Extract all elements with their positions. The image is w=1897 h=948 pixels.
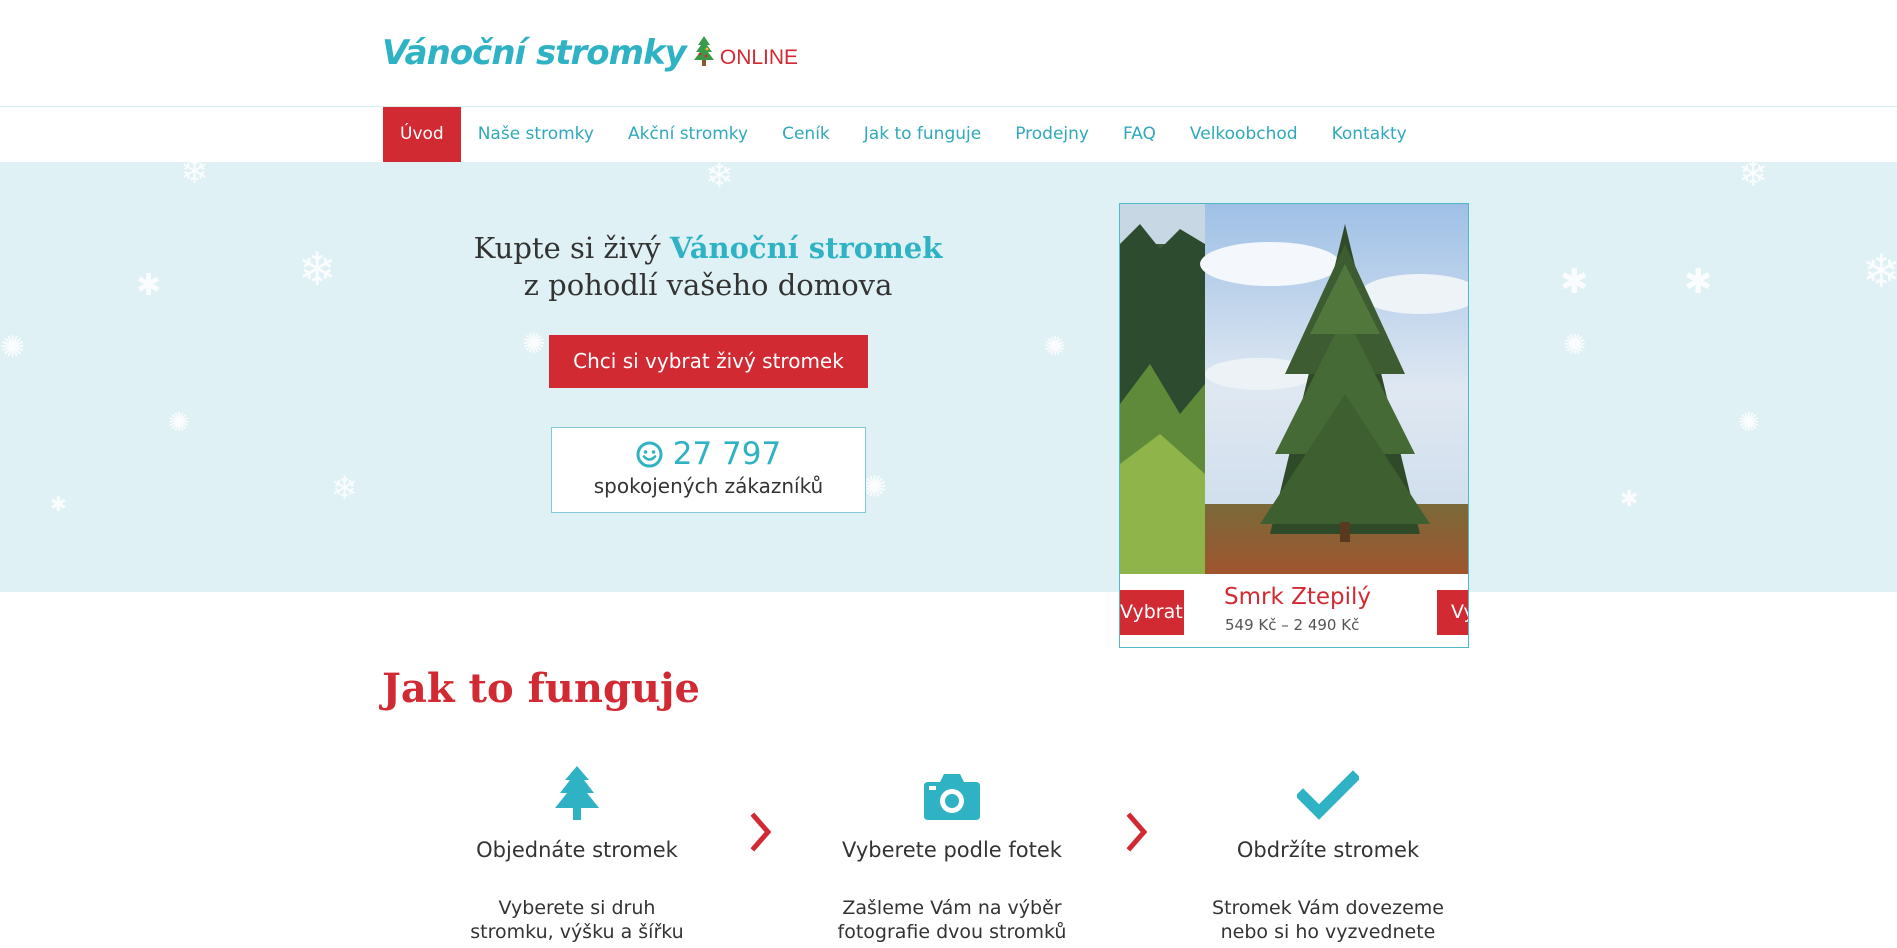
slide-caption: Vybrat Smrk Ztepilý 549 Kč – 2 490 Kč Vy… bbox=[1120, 574, 1468, 647]
step-text: Stromek Vám dovezeme nebo si ho vyzvedne… bbox=[1178, 896, 1478, 944]
nav-item-cenik[interactable]: Ceník bbox=[765, 107, 847, 162]
step-text-line: nebo si ho vyzvednete bbox=[1220, 921, 1436, 943]
nav-item-prodejny[interactable]: Prodejny bbox=[998, 107, 1106, 162]
nav-item-velkoobchod[interactable]: Velkoobchod bbox=[1173, 107, 1315, 162]
snowflake-icon: ✱ bbox=[136, 268, 162, 303]
main-navigation: Úvod Naše stromky Akční stromky Ceník Ja… bbox=[0, 107, 1897, 162]
step-text: Zašleme Vám na výběr fotografie dvou str… bbox=[802, 896, 1102, 944]
snowflake-icon: ❄ bbox=[705, 162, 734, 196]
check-icon bbox=[1297, 770, 1359, 820]
prev-slide-button[interactable]: Vybrat bbox=[1120, 590, 1184, 635]
step-receive: Obdržíte stromek Stromek Vám dovezeme ne… bbox=[1178, 760, 1478, 944]
step-text-line: fotografie dvou stromků bbox=[837, 921, 1067, 943]
next-slide-button[interactable]: Vybrat bbox=[1437, 590, 1468, 635]
snowflake-icon: ✺ bbox=[1563, 328, 1587, 361]
tree-icon bbox=[555, 766, 599, 820]
nav-item-kontakty[interactable]: Kontakty bbox=[1315, 107, 1424, 162]
step-text-line: Stromek Vám dovezeme bbox=[1212, 897, 1444, 919]
smiley-icon bbox=[636, 441, 663, 467]
site-logo[interactable]: Vánoční stromky ONLINE bbox=[382, 30, 798, 73]
nav-item-nase-stromky[interactable]: Naše stromky bbox=[461, 107, 611, 162]
logo-online-label: ONLINE bbox=[719, 46, 799, 69]
step-title: Vyberete podle fotek bbox=[842, 838, 1062, 862]
tree-name[interactable]: Smrk Ztepilý bbox=[1224, 584, 1371, 610]
snowflake-icon: ✺ bbox=[0, 330, 26, 365]
hero-title-part1: Kupte si živý bbox=[473, 231, 670, 265]
snowflake-icon: ❄ bbox=[298, 242, 337, 296]
site-header: Vánoční stromky ONLINE bbox=[0, 0, 1897, 107]
snowflake-icon: ❄ bbox=[180, 162, 209, 192]
tree-price: 549 Kč – 2 490 Kč bbox=[1225, 616, 1360, 634]
step-text-line: Zašleme Vám na výběr bbox=[842, 897, 1062, 919]
logo-text: Vánoční stromky bbox=[382, 33, 687, 73]
snowflake-icon: ✱ bbox=[1560, 262, 1589, 302]
customer-counter: 27 797 spokojených zákazníků bbox=[551, 427, 866, 513]
camera-icon bbox=[924, 774, 980, 820]
counter-label: spokojených zákazníků bbox=[593, 474, 824, 498]
step-text-line: Vyberete si druh bbox=[498, 897, 656, 919]
chevron-right-icon bbox=[1126, 812, 1148, 852]
snowflake-icon: ❄ bbox=[331, 469, 358, 507]
counter-value: 27 797 bbox=[672, 436, 782, 472]
snowflake-icon: ✱ bbox=[1620, 487, 1639, 512]
nav-item-faq[interactable]: FAQ bbox=[1106, 107, 1173, 162]
hero-title: Kupte si živý Vánoční stromek z pohodlí … bbox=[382, 230, 1034, 304]
step-title: Obdržíte stromek bbox=[1236, 838, 1420, 862]
hero-title-line2: z pohodlí vašeho domova bbox=[523, 268, 893, 302]
choose-tree-button[interactable]: Chci si vybrat živý stromek bbox=[549, 335, 868, 388]
chevron-right-icon bbox=[750, 812, 772, 852]
hero-section: ❄ ❄ ✱ ✺ ✺ ❄ ✱ ✺ ❄ ✺ ✺ ✱ ✺ ✱ ❄ ✺ ✱ ❄ Kupt… bbox=[0, 162, 1897, 592]
step-order: Objednáte stromek Vyberete si druh strom… bbox=[427, 760, 727, 944]
tree-photo[interactable] bbox=[1120, 204, 1468, 574]
nav-item-uvod[interactable]: Úvod bbox=[383, 107, 461, 162]
snowflake-icon: ✺ bbox=[1738, 408, 1760, 438]
nav-item-akcni-stromky[interactable]: Akční stromky bbox=[611, 107, 765, 162]
snowflake-icon: ❄ bbox=[1738, 162, 1769, 195]
snowflake-icon: ✺ bbox=[168, 408, 190, 438]
step-title: Objednáte stromek bbox=[476, 838, 678, 862]
snowflake-icon: ✱ bbox=[1684, 262, 1713, 302]
tree-slider[interactable]: Vybrat Smrk Ztepilý 549 Kč – 2 490 Kč Vy… bbox=[1119, 203, 1469, 648]
hero-title-accent: Vánoční stromek bbox=[669, 231, 943, 265]
snowflake-icon: ❄ bbox=[1862, 244, 1897, 298]
snowflake-icon: ✺ bbox=[1044, 332, 1066, 362]
step-photos: Vyberete podle fotek Zašleme Vám na výbě… bbox=[802, 760, 1102, 944]
snowflake-icon: ✺ bbox=[522, 327, 546, 360]
step-text-line: stromku, výšku a šířku bbox=[470, 921, 684, 943]
logo-tree-icon bbox=[693, 36, 714, 66]
snowflake-icon: ✱ bbox=[50, 492, 67, 516]
nav-item-jak-to-funguje[interactable]: Jak to funguje bbox=[847, 107, 998, 162]
step-text: Vyberete si druh stromku, výšku a šířku bbox=[427, 896, 727, 944]
how-it-works-title: Jak to funguje bbox=[382, 665, 700, 712]
